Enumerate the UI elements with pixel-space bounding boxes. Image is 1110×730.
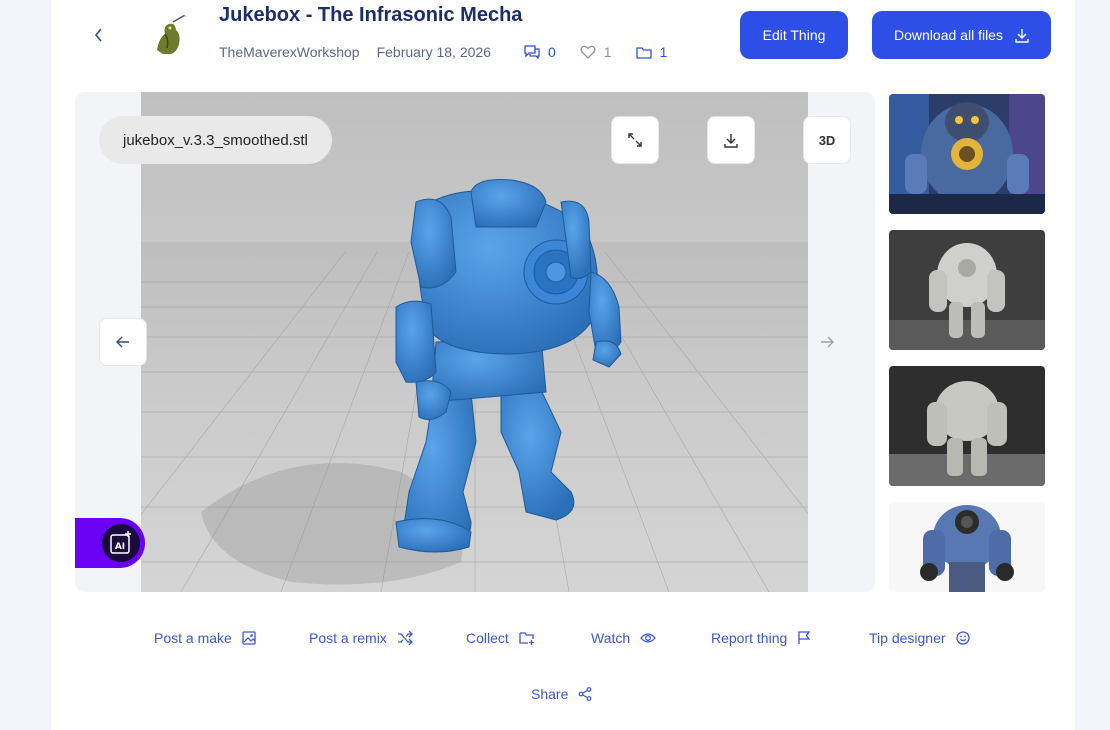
collect-label: Collect bbox=[466, 630, 509, 646]
thumbnail-painted-model[interactable] bbox=[889, 502, 1045, 592]
share-icon bbox=[578, 687, 592, 701]
edit-thing-label: Edit Thing bbox=[762, 27, 826, 43]
model-render bbox=[141, 179, 808, 592]
thumbnail-render-art[interactable] bbox=[889, 94, 1045, 214]
ai-icon: AI bbox=[99, 521, 143, 565]
avatar[interactable] bbox=[143, 10, 195, 62]
post-make-label: Post a make bbox=[154, 630, 232, 646]
watch-label: Watch bbox=[591, 630, 631, 646]
report-thing-link[interactable]: Report thing bbox=[711, 630, 811, 646]
watch-link[interactable]: Watch bbox=[591, 630, 657, 646]
expand-icon bbox=[628, 133, 642, 147]
author-link[interactable]: TheMaverexWorkshop bbox=[219, 44, 360, 60]
download-icon bbox=[724, 133, 738, 148]
download-file-button[interactable] bbox=[707, 116, 755, 164]
download-all-label: Download all files bbox=[894, 27, 1003, 43]
shuffle-icon bbox=[397, 631, 413, 645]
download-icon bbox=[1015, 28, 1029, 43]
previous-image-button[interactable] bbox=[99, 318, 147, 366]
publish-date: February 18, 2026 bbox=[376, 44, 491, 60]
arrow-left-icon bbox=[116, 336, 129, 348]
collect-link[interactable]: Collect bbox=[466, 630, 535, 646]
file-name-pill[interactable]: jukebox_v.3.3_smoothed.stl bbox=[99, 116, 332, 164]
eye-icon bbox=[640, 633, 657, 643]
likes-stat[interactable]: 1 bbox=[580, 44, 612, 60]
collections-count: 1 bbox=[659, 44, 668, 60]
share-link[interactable]: Share bbox=[531, 686, 592, 702]
avatar-image bbox=[143, 10, 195, 62]
smiley-icon bbox=[955, 631, 970, 645]
thumbnail-image bbox=[889, 502, 1045, 592]
share-label: Share bbox=[531, 686, 569, 702]
back-button[interactable] bbox=[88, 24, 110, 46]
thumbnail-image bbox=[889, 94, 1045, 214]
svg-text:AI: AI bbox=[115, 542, 125, 552]
folder-icon bbox=[635, 46, 652, 59]
report-thing-label: Report thing bbox=[711, 630, 788, 646]
next-image-button[interactable] bbox=[815, 330, 839, 354]
edit-thing-button[interactable]: Edit Thing bbox=[740, 11, 848, 59]
likes-count: 1 bbox=[603, 44, 612, 60]
post-remix-link[interactable]: Post a remix bbox=[309, 630, 413, 646]
download-all-button[interactable]: Download all files bbox=[872, 11, 1051, 59]
post-remix-label: Post a remix bbox=[309, 630, 387, 646]
file-name-label: jukebox_v.3.3_smoothed.stl bbox=[123, 131, 308, 149]
image-icon bbox=[242, 631, 256, 645]
page-title: Jukebox - The Infrasonic Mecha bbox=[219, 4, 523, 26]
flag-icon bbox=[798, 631, 811, 644]
chevron-left-icon bbox=[94, 28, 102, 42]
thumbnail-image bbox=[889, 230, 1045, 350]
tip-designer-label: Tip designer bbox=[869, 630, 946, 646]
view-3d-label: 3D bbox=[818, 132, 836, 148]
ai-assistant-button[interactable]: AI bbox=[75, 518, 145, 568]
view-3d-button[interactable]: 3D bbox=[803, 116, 851, 164]
thing-meta: TheMaverexWorkshop February 18, 2026 0 1… bbox=[219, 44, 691, 60]
thing-actions: Post a make Post a remix Collect Watch R… bbox=[0, 630, 1110, 650]
3d-scene[interactable] bbox=[141, 92, 808, 592]
comments-stat[interactable]: 0 bbox=[524, 44, 556, 60]
collections-stat[interactable]: 1 bbox=[635, 44, 668, 60]
post-make-link[interactable]: Post a make bbox=[154, 630, 256, 646]
fullscreen-button[interactable] bbox=[611, 116, 659, 164]
model-viewer[interactable]: jukebox_v.3.3_smoothed.stl 3D AI bbox=[75, 92, 875, 592]
comment-icon bbox=[524, 45, 540, 59]
arrow-right-icon bbox=[821, 336, 834, 348]
comments-count: 0 bbox=[547, 44, 556, 60]
folder-add-icon bbox=[519, 632, 534, 645]
heart-icon bbox=[580, 45, 596, 59]
tip-designer-link[interactable]: Tip designer bbox=[869, 630, 970, 646]
thumbnail-image bbox=[889, 366, 1045, 486]
thumbnail-printed-front[interactable] bbox=[889, 230, 1045, 350]
thumbnail-printed-back[interactable] bbox=[889, 366, 1045, 486]
